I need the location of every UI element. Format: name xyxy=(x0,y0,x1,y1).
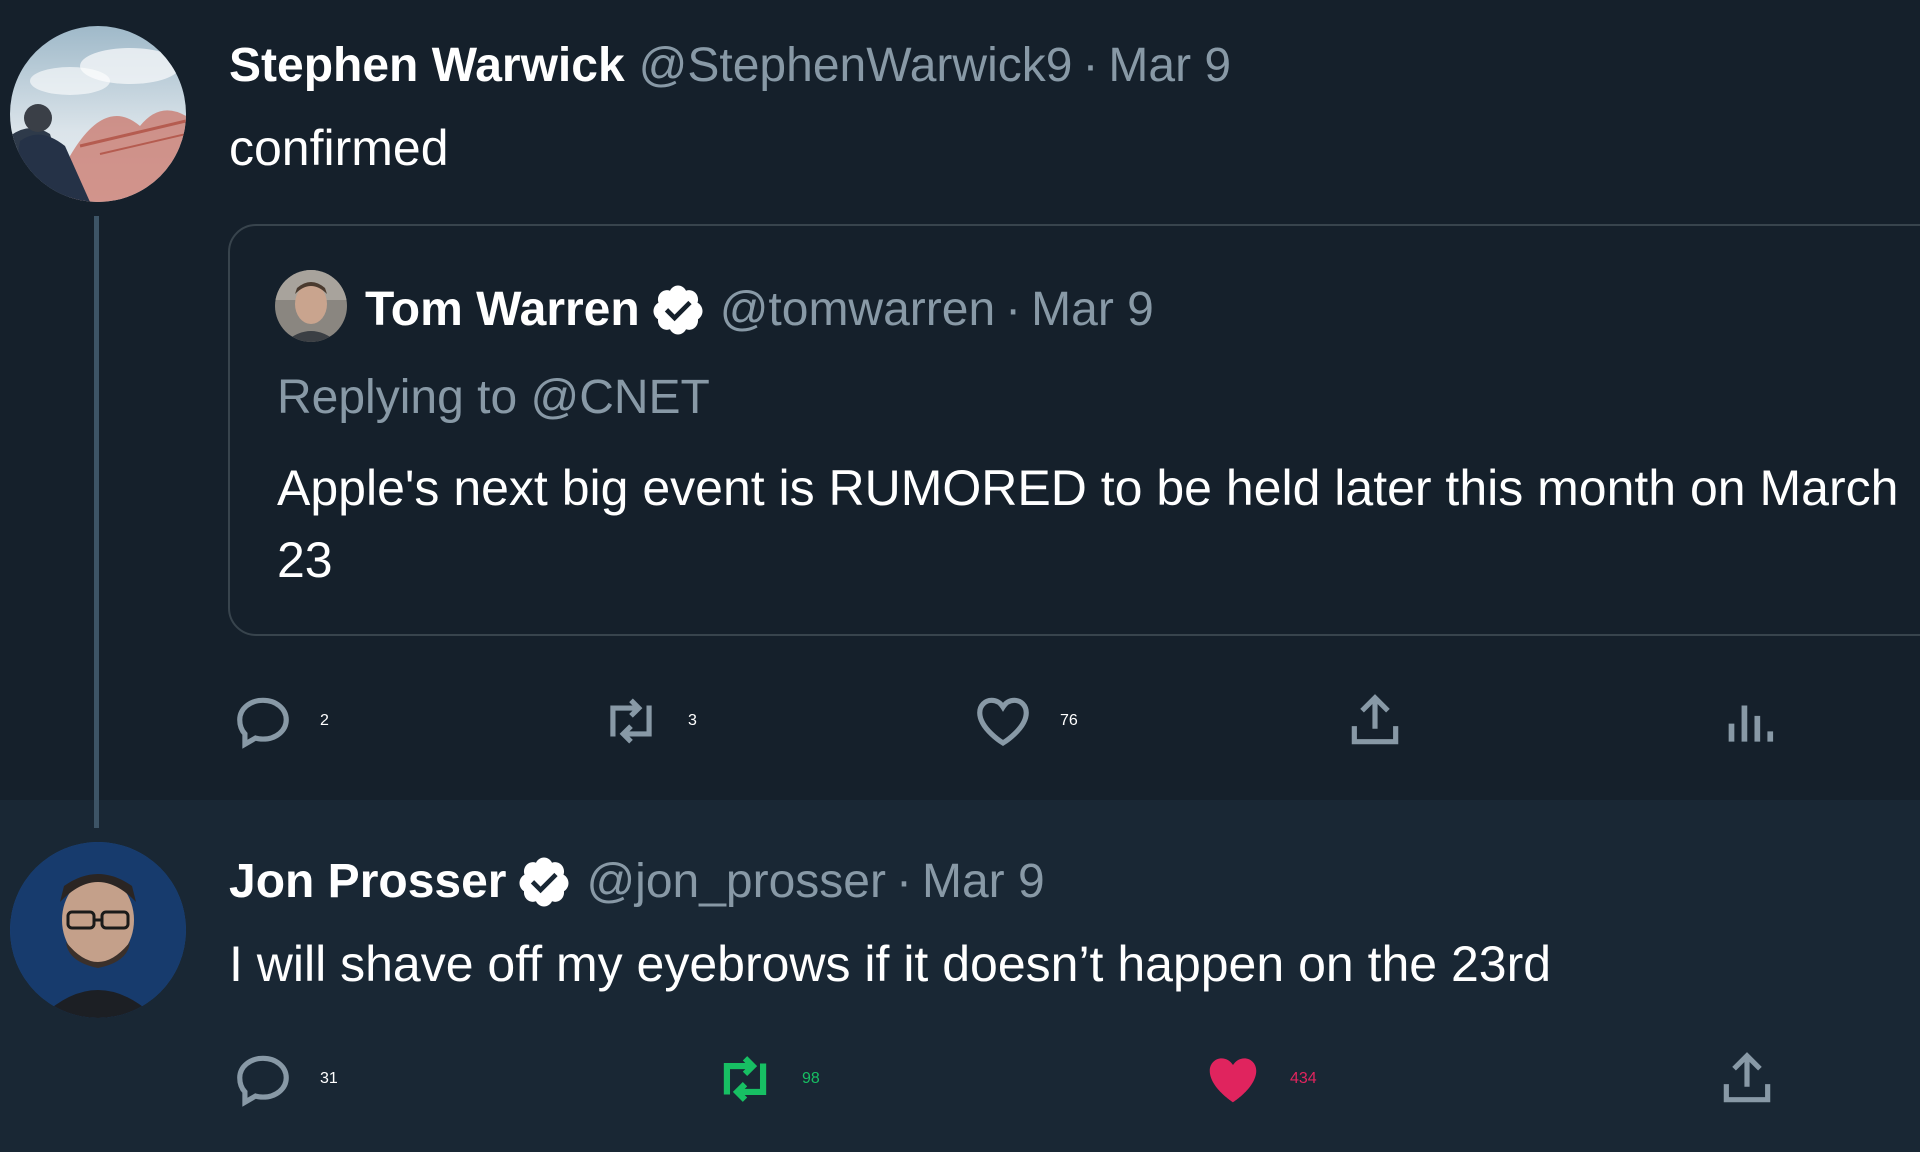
reply-button[interactable]: 2 xyxy=(232,690,329,752)
retweet-button[interactable]: 3 xyxy=(600,690,697,752)
analytics-icon xyxy=(1728,705,1774,742)
person-glasses-avatar xyxy=(10,842,186,1018)
tweet-text: I will shave off my eyebrows if it doesn… xyxy=(229,936,1552,992)
quoted-tweet-header: Tom Warren @tomwarren · Mar 9 xyxy=(365,282,1154,338)
quoted-author-name[interactable]: Tom Warren xyxy=(365,282,640,338)
avatar-stephen-warwick[interactable] xyxy=(10,26,186,202)
like-button[interactable]: 434 xyxy=(1202,1048,1317,1110)
tweet-thread: Stephen Warwick @StephenWarwick9 · Mar 9… xyxy=(0,0,1920,1152)
tweet-header: Stephen Warwick @StephenWarwick9 · Mar 9 xyxy=(229,38,1231,94)
like-button[interactable]: 76 xyxy=(972,690,1078,752)
heart-icon xyxy=(977,697,1029,746)
share-button[interactable] xyxy=(1344,690,1406,752)
share-button[interactable] xyxy=(1716,1048,1778,1110)
verified-badge-icon xyxy=(519,857,569,907)
reply-icon xyxy=(237,697,289,749)
person-portrait-avatar xyxy=(275,270,347,342)
author-handle[interactable]: @jon_prosser xyxy=(586,854,886,910)
quoted-author-handle[interactable]: @tomwarren xyxy=(720,282,995,338)
tweet-date[interactable]: Mar 9 xyxy=(922,854,1045,910)
analytics-button[interactable] xyxy=(1716,690,1778,752)
author-handle[interactable]: @StephenWarwick9 xyxy=(639,38,1073,94)
reply-count: 2 xyxy=(320,712,329,729)
retweet-count: 98 xyxy=(802,1070,820,1087)
separator-dot: · xyxy=(1005,283,1022,336)
like-count: 76 xyxy=(1060,712,1078,729)
tweet-text: confirmed xyxy=(229,120,449,176)
separator-dot: · xyxy=(1082,39,1099,92)
like-count: 434 xyxy=(1290,1070,1317,1087)
quoted-tweet-date[interactable]: Mar 9 xyxy=(1031,282,1154,338)
retweet-icon xyxy=(723,1056,767,1102)
verified-badge-icon xyxy=(653,285,703,335)
retweet-icon xyxy=(610,698,652,744)
avatar-tom-warren[interactable] xyxy=(275,270,347,342)
replying-to-label: Replying to @CNET xyxy=(277,371,710,424)
reply-count: 31 xyxy=(320,1070,338,1087)
author-name[interactable]: Stephen Warwick xyxy=(229,38,625,94)
separator-dot: · xyxy=(895,855,912,908)
bridge-landscape-avatar xyxy=(10,26,186,202)
thread-connector-line xyxy=(94,216,99,828)
share-icon xyxy=(1723,1052,1771,1103)
author-name[interactable]: Jon Prosser xyxy=(229,854,506,910)
share-icon xyxy=(1351,694,1399,745)
reply-icon xyxy=(237,1055,289,1107)
tweet-header: Jon Prosser @jon_prosser · Mar 9 xyxy=(229,854,1045,910)
avatar-jon-prosser[interactable] xyxy=(10,842,186,1018)
retweet-count: 3 xyxy=(688,712,697,729)
reply-button[interactable]: 31 xyxy=(232,1048,338,1110)
retweet-button[interactable]: 98 xyxy=(714,1048,820,1110)
tweet-date[interactable]: Mar 9 xyxy=(1108,38,1231,94)
quoted-tweet-text: Apple's next big event is RUMORED to be … xyxy=(277,460,1899,588)
heart-filled-icon xyxy=(1209,1058,1257,1103)
